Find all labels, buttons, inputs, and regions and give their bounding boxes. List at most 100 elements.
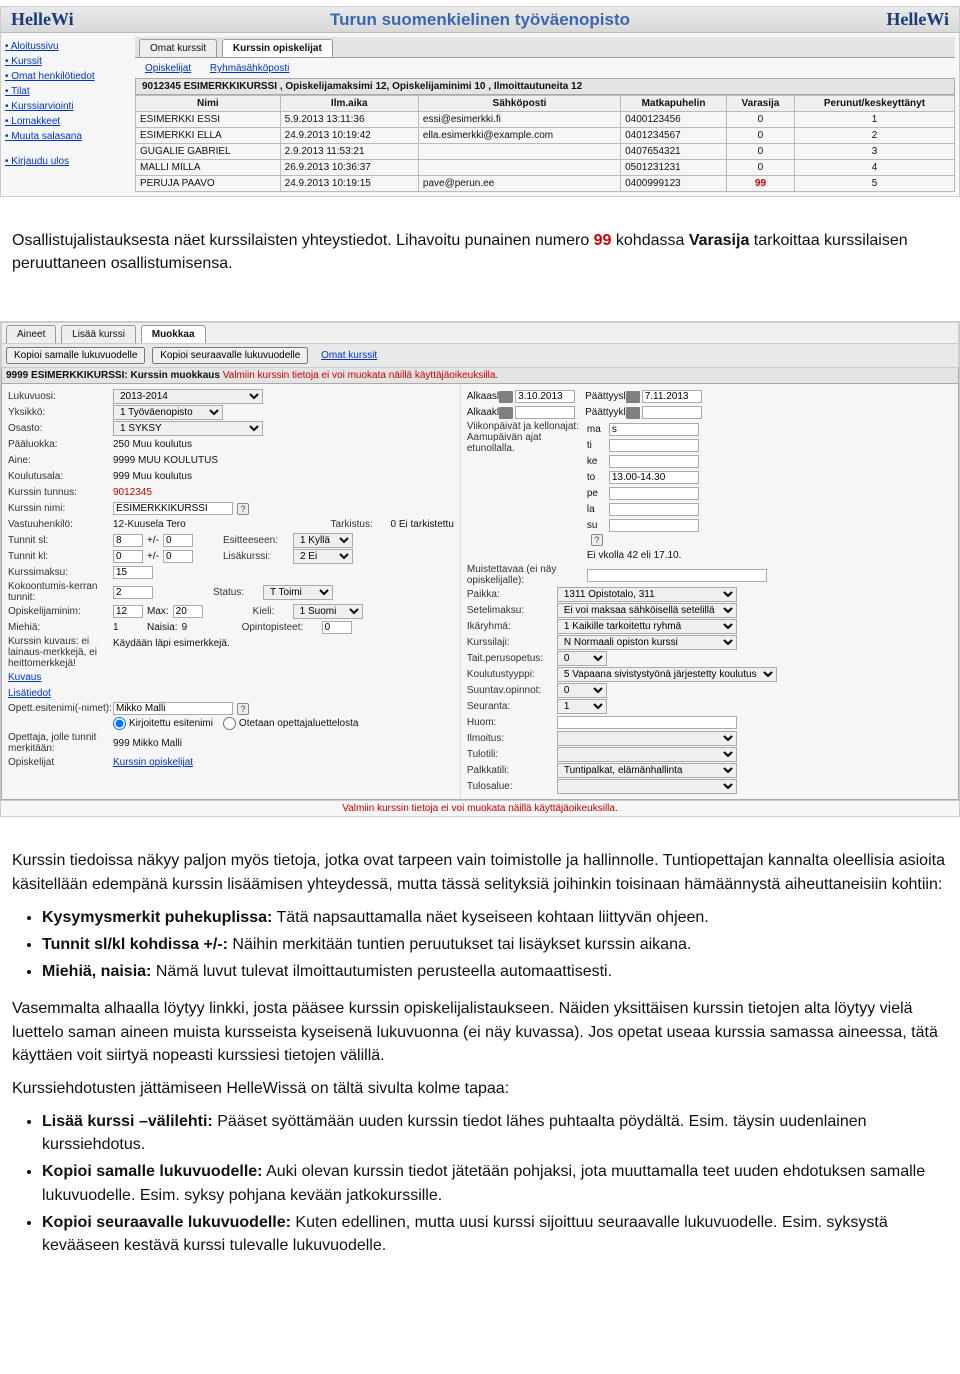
inp-tunnitkl[interactable] [113,550,143,563]
form-right: Alkaasl Päättyysl Alkaakl Päättyykl Viik… [461,384,958,799]
help-icon[interactable]: ? [591,534,603,546]
tab-muokkaa[interactable]: Muokkaa [141,325,206,343]
sel-osasto[interactable]: 1 SYKSY [113,421,263,436]
sel-koultype[interactable]: 5 Vapaana sivistystyönä järjestetty koul… [557,667,777,682]
subtab-ryhmasahkoposti[interactable]: Ryhmäsähköposti [204,61,295,76]
inp-tunnitsl2[interactable] [163,534,193,547]
lbl-vastuu: Vastuuhenkilö: [8,517,113,532]
nav-link[interactable]: Aloitussivu [5,39,127,54]
sel-lukuvuosi[interactable]: 2013-2014 [113,389,263,404]
t: Tätä napsauttamalla näet kyseiseen kohta… [276,909,708,926]
sel-ilmoitus[interactable] [557,731,737,746]
nav-link[interactable]: Tilat [5,84,127,99]
inp-maksu[interactable] [113,566,153,579]
day-time[interactable] [609,487,699,500]
sel-palkkatili[interactable]: Tuntipalkat, elämänhallinta [557,763,737,778]
link-omat-kurssit[interactable]: Omat kurssit [321,350,377,361]
cell-puhelin: 0400999123 [621,176,727,192]
b: Kopioi seuraavalle lukuvuodelle: [42,1214,291,1231]
inp-min[interactable] [113,605,143,618]
sel-kurssilaji[interactable]: N Normaali opiston kurssi [557,635,737,650]
sel-seuranta[interactable]: 1 [557,699,607,714]
val-tarkistus: 0 Ei tarkistettu [391,517,454,532]
sel-paikka[interactable]: 1311 Opistotalo, 311 [557,587,737,602]
nav-link[interactable]: Kurssit [5,54,127,69]
tab-omat-kurssit[interactable]: Omat kurssit [139,39,217,57]
inp-max[interactable] [173,605,203,618]
inp-opetnimi[interactable] [113,702,233,715]
inp-paattyykl[interactable] [642,406,702,419]
b: Miehiä, naisia: [42,963,151,980]
btn-kopioi-seuraavalle[interactable]: Kopioi seuraavalle lukuvuodelle [152,347,308,364]
lbl-alkaasl: Alkaasl [467,389,499,404]
nav-link[interactable]: Lomakkeet [5,114,127,129]
calendar-icon[interactable] [626,391,640,403]
sel-tulosalue[interactable] [557,779,737,794]
inp-paattyysl[interactable] [642,390,702,403]
sel-kieli[interactable]: 1 Suomi [293,604,363,619]
cell-ilmaika: 24.9.2013 10:19:42 [280,128,418,144]
help-icon[interactable]: ? [237,703,249,715]
sel-suuntav[interactable]: 0 [557,683,607,698]
day-time[interactable] [609,423,699,436]
tab-kurssin-opiskelijat[interactable]: Kurssin opiskelijat [222,39,333,57]
list-item: Kopioi samalle lukuvuodelle: Auki olevan… [42,1160,948,1206]
inp-kokoont[interactable] [113,586,153,599]
sel-lisakurssi[interactable]: 2 Ei [293,549,353,564]
lbl-tulosalue: Tulosalue: [467,779,557,794]
inp-tunnitsl[interactable] [113,534,143,547]
subtab-opiskelijat[interactable]: Opiskelijat [139,61,197,76]
nav-link[interactable]: Muuta salasana [5,129,127,144]
day-time[interactable] [609,519,699,532]
ways-list: Lisää kurssi –välilehti: Pääset syöttämä… [42,1110,948,1257]
calendar-icon[interactable] [499,407,513,419]
cell-puhelin: 0407654321 [621,144,727,160]
radio-otetaan[interactable] [223,717,236,730]
logo-left: HelleWi [11,9,74,30]
b: Lisää kurssi –välilehti: [42,1113,213,1130]
ss2-action-bar: Kopioi samalle lukuvuodelle Kopioi seura… [1,344,959,368]
day-time[interactable] [609,455,699,468]
day-time[interactable] [609,471,699,484]
lbl-palkkatili: Palkkatili: [467,763,557,778]
sel-status[interactable]: T Toimi [263,585,333,600]
inp-tunnitkl2[interactable] [163,550,193,563]
calendar-icon[interactable] [499,391,513,403]
inp-opinto[interactable] [322,621,352,634]
tab-aineet[interactable]: Aineet [6,325,56,343]
inp-muistettavaa[interactable] [587,569,767,582]
sel-setelimaksu[interactable]: Ei voi maksaa sähköisellä setelillä [557,603,737,618]
cell-varasija: 0 [726,128,794,144]
inp-alkaakl[interactable] [515,406,575,419]
inp-alkaasl[interactable] [515,390,575,403]
sel-tulotili[interactable] [557,747,737,762]
calendar-icon[interactable] [626,407,640,419]
sel-yksikko[interactable]: 1 Työväenopisto [113,405,223,420]
link-kurssin-opiskelijat[interactable]: Kurssin opiskelijat [113,755,193,770]
sel-ikaryhma[interactable]: 1 Kaikille tarkoitettu ryhmä [557,619,737,634]
app-header: HelleWi Turun suomenkielinen työväenopis… [1,7,959,33]
lbl-alkaakl: Alkaakl [467,405,499,420]
participants-table: Nimi Ilm.aika Sähköposti Matkapuhelin Va… [135,95,955,192]
btn-kopioi-samalle[interactable]: Kopioi samalle lukuvuodelle [6,347,145,364]
cell-email [418,144,620,160]
ss2-footer-warning: Valmiin kurssin tietoja ei voi muokata n… [1,800,959,816]
sel-esitteeseen[interactable]: 1 Kyllä [293,533,353,548]
varasija-99: 99 [594,232,612,249]
lbl-setelimaksu: Setelimaksu: [467,603,557,618]
day-time[interactable] [609,439,699,452]
radio-kirjoitettu[interactable] [113,717,126,730]
inp-huom[interactable] [557,716,737,729]
logout-link[interactable]: Kirjaudu ulos [5,154,127,169]
link-lisatiedot[interactable]: Lisätiedot [8,686,51,701]
link-kuvaus[interactable]: Kuvaus [8,670,41,685]
nav-link[interactable]: Omat henkilötiedot [5,69,127,84]
inp-nimi[interactable] [113,502,233,515]
help-icon[interactable]: ? [237,503,249,515]
lbl-opiskmin: Opiskelijaminim: [8,604,113,619]
sel-taitper[interactable]: 0 [557,651,607,666]
lbl-tulotili: Tulotili: [467,747,557,762]
tab-lisaa-kurssi[interactable]: Lisää kurssi [61,325,136,343]
day-time[interactable] [609,503,699,516]
nav-link[interactable]: Kurssiarviointi [5,99,127,114]
